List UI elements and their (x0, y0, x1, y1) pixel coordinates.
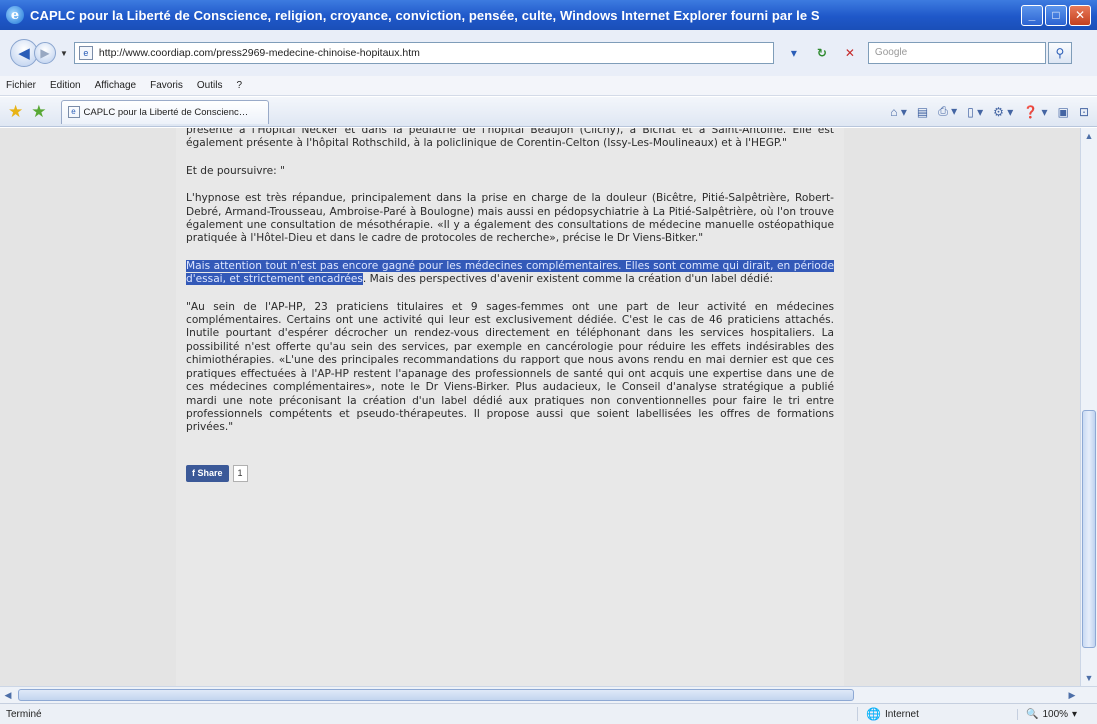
page-icon: e (78, 46, 93, 60)
forward-button[interactable]: ▶ (34, 42, 56, 64)
menu-favoris[interactable]: Favoris (150, 80, 183, 91)
horizontal-scrollbar[interactable]: ◀ ▶ (0, 686, 1097, 703)
menu-fichier[interactable]: Fichier (6, 80, 36, 91)
research-icon[interactable]: ▣ (1058, 104, 1069, 119)
print-icon[interactable]: ⎙ ▾ (938, 104, 957, 119)
tab-bar: ★ ★ e CAPLC pour la Liberté de Conscienc… (0, 97, 1097, 127)
zoom-control[interactable]: 🔍 100% ▾ (1017, 708, 1097, 720)
share-count: 1 (232, 464, 248, 483)
minimize-button[interactable]: _ (1021, 4, 1043, 26)
zoom-icon: 🔍 (1026, 708, 1039, 720)
paragraph-2: Et de poursuivre: " (186, 164, 285, 177)
help-menu-icon[interactable]: ❓ ▾ (1023, 104, 1047, 119)
page-menu-icon[interactable]: ▯ ▾ (967, 104, 983, 119)
favorites-star-icon[interactable]: ★ (8, 102, 23, 122)
feeds-icon[interactable]: ▤ (917, 104, 928, 119)
window-title-bar: e CAPLC pour la Liberté de Conscience, r… (0, 0, 1097, 30)
status-bar: Terminé 🌐 Internet 🔍 100% ▾ (0, 703, 1097, 724)
page-viewport: présente à l'Hôpital Necker et dans la p… (0, 128, 1080, 686)
paragraph-3: L'hypnose est très répandue, principalem… (186, 192, 834, 245)
menu-outils[interactable]: Outils (197, 80, 223, 91)
facebook-share: f Share 1 (186, 464, 834, 483)
address-dropdown-icon[interactable]: ▾ (784, 43, 804, 63)
facebook-share-button[interactable]: f Share (186, 464, 229, 483)
vertical-scrollbar[interactable]: ▲ ▼ (1080, 128, 1097, 686)
menu-affichage[interactable]: Affichage (95, 80, 137, 91)
home-icon[interactable]: ⌂ ▾ (890, 104, 907, 119)
menu-help[interactable]: ? (236, 80, 242, 91)
scroll-left-icon[interactable]: ◀ (0, 687, 16, 703)
security-zone: 🌐 Internet (857, 707, 1017, 721)
status-text: Terminé (6, 708, 42, 720)
refresh-icon[interactable]: ↻ (812, 43, 832, 63)
url-input[interactable]: e http://www.coordiap.com/press2969-mede… (73, 42, 774, 64)
menu-bar: Fichier Edition Affichage Favoris Outils… (0, 76, 1097, 96)
ie-logo-icon: e (6, 6, 24, 24)
tab-current[interactable]: e CAPLC pour la Liberté de Conscience, r… (60, 99, 269, 124)
window-title: CAPLC pour la Liberté de Conscience, rel… (30, 7, 820, 23)
scroll-right-icon[interactable]: ▶ (1064, 687, 1080, 703)
tab-page-icon: e (67, 106, 80, 118)
menu-edition[interactable]: Edition (50, 80, 81, 91)
paragraph-4: Mais attention tout n'est pas encore gag… (186, 259, 834, 287)
search-input[interactable]: Google (867, 42, 1046, 64)
close-button[interactable]: ✕ (1069, 4, 1091, 26)
address-tools: ▾ ↻ ✕ (784, 43, 860, 63)
article-body: présente à l'Hôpital Necker et dans la p… (176, 128, 844, 686)
paragraph-5: "Au sein de l'AP-HP, 23 praticiens titul… (186, 300, 834, 434)
scroll-down-icon[interactable]: ▼ (1081, 670, 1097, 686)
tab-label: CAPLC pour la Liberté de Conscience, rel… (83, 106, 254, 118)
history-dropdown-icon[interactable]: ▼ (60, 49, 68, 58)
globe-icon: 🌐 (866, 707, 881, 721)
horizontal-scroll-thumb[interactable] (18, 689, 854, 701)
paragraph-4-rest: . Mais des perspectives d'avenir existen… (362, 273, 774, 286)
add-favorite-icon[interactable]: ★ (31, 102, 46, 122)
maximize-button[interactable]: □ (1045, 4, 1067, 26)
address-bar: ◀ ▶ ▼ e http://www.coordiap.com/press296… (0, 30, 1097, 76)
stop-icon[interactable]: ✕ (840, 43, 860, 63)
search-icon[interactable]: ⚲ (1047, 42, 1072, 64)
vertical-scroll-thumb[interactable] (1082, 410, 1096, 648)
window-controls: _ □ ✕ (1021, 4, 1091, 26)
messenger-icon[interactable]: ⊡ (1079, 104, 1089, 119)
scroll-up-icon[interactable]: ▲ (1081, 128, 1097, 144)
paragraph-1: présente à l'Hôpital Necker et dans la p… (186, 128, 834, 150)
command-bar: ⌂ ▾ ▤ ⎙ ▾ ▯ ▾ ⚙ ▾ ❓ ▾ ▣ ⊡ (890, 104, 1089, 119)
tools-menu-icon[interactable]: ⚙ ▾ (993, 104, 1013, 119)
url-text: http://www.coordiap.com/press2969-medeci… (98, 47, 420, 59)
